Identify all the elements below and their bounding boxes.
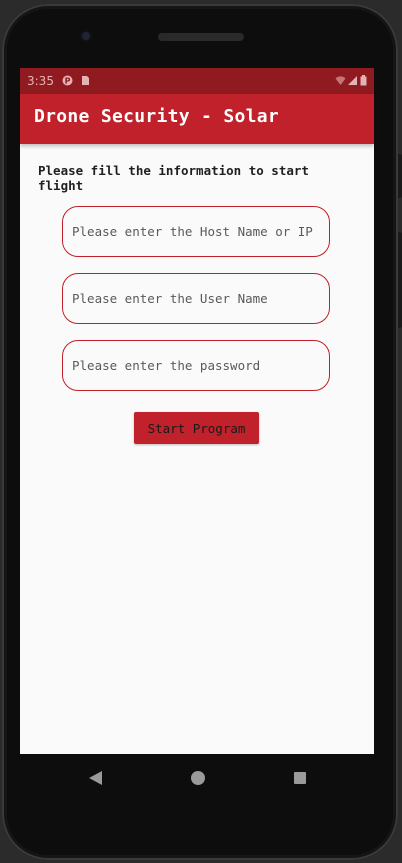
earpiece-speaker [158,33,244,41]
volume-button [398,232,402,328]
notification-p-icon: P [62,75,73,86]
username-field [62,273,330,324]
status-time: 3:35 [27,74,54,88]
app-bar: Drone Security - Solar [20,94,374,144]
navigation-bar [20,754,374,802]
host-input[interactable] [72,207,322,256]
battery-icon [360,75,367,86]
username-input[interactable] [72,274,322,323]
status-bar: 3:35 P [20,68,374,94]
sim-card-icon [82,76,89,85]
host-field [62,206,330,257]
signal-icon [348,76,357,85]
back-icon [89,771,102,785]
home-button[interactable] [174,754,222,802]
home-icon [191,771,205,785]
start-program-button[interactable]: Start Program [134,412,259,444]
form-instructions: Please fill the information to start fli… [38,163,309,193]
wifi-icon [335,76,346,85]
app-screen: 3:35 P Drone Security - Solar Please fil… [20,68,374,754]
power-button [398,154,402,198]
app-title: Drone Security - Solar [34,106,280,127]
front-camera [80,30,92,42]
password-input[interactable] [72,341,322,390]
recents-icon [294,772,306,784]
recents-button[interactable] [276,754,324,802]
password-field [62,340,330,391]
back-button[interactable] [72,754,120,802]
svg-text:P: P [65,77,71,86]
